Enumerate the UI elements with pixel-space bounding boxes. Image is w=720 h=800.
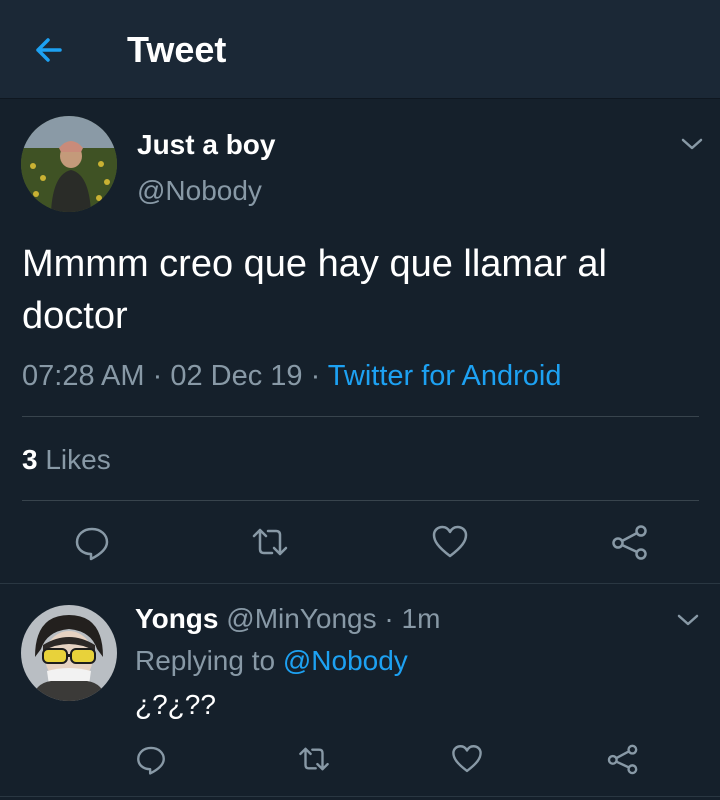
share-icon [612,525,647,560]
reply-display-name[interactable]: Yongs [135,603,218,634]
likes-count[interactable]: 3 Likes [22,443,111,477]
reply-author-avatar[interactable] [21,605,117,701]
divider [0,796,720,797]
retweet-icon [299,747,329,771]
reply-share-button[interactable] [606,742,640,781]
top-bar: Tweet [0,0,720,99]
tweet-text: Mmmm creo que hay que llamar al doctor [22,243,607,337]
likes-number: 3 [22,444,38,475]
reply-options-button[interactable] [674,610,702,630]
divider [22,500,699,501]
arrow-left-icon [36,38,62,62]
author-handle[interactable]: @Nobody [137,174,262,208]
likes-label: Likes [37,444,111,475]
reply-time: 1m [401,603,441,634]
comment-icon [75,527,109,561]
meta-separator: · [144,360,171,392]
reply-reply-button[interactable] [134,742,168,781]
reply-button[interactable] [72,522,112,567]
reply-handle[interactable]: @MinYongs [218,603,376,634]
chevron-down-icon [681,138,703,150]
replying-to-handle[interactable]: @Nobody [283,645,408,676]
comment-icon [137,746,165,775]
share-icon [607,744,638,775]
reply-like-button[interactable] [450,742,484,781]
reply-retweet-button[interactable] [297,742,331,781]
back-button[interactable] [28,32,70,68]
retweet-button[interactable] [250,522,290,567]
replying-to-label: Replying to [135,645,283,676]
share-button[interactable] [610,522,650,567]
tweet-meta: 07:28 AM · 02 Dec 19 · Twitter for Andro… [22,358,561,394]
meta-separator: · [376,603,402,634]
retweet-icon [252,528,288,556]
page-title: Tweet [127,29,227,70]
replying-to: Replying to @Nobody [135,644,408,678]
reply-header: Yongs @MinYongs · 1m [135,602,440,636]
divider [0,583,720,584]
tweet-time: 07:28 AM [22,360,145,392]
divider [22,416,699,417]
author-avatar[interactable] [21,116,117,212]
like-button[interactable] [430,522,470,567]
reply-text: ¿?¿?? [135,689,216,720]
tweet-source-link[interactable]: Twitter for Android [328,360,562,392]
heart-icon [432,525,468,558]
author-display-name[interactable]: Just a boy [137,128,275,162]
heart-icon [452,745,482,773]
meta-separator: · [302,360,328,392]
tweet-options-button[interactable] [678,134,706,154]
chevron-down-icon [677,614,699,626]
tweet-date: 02 Dec 19 [170,360,303,392]
